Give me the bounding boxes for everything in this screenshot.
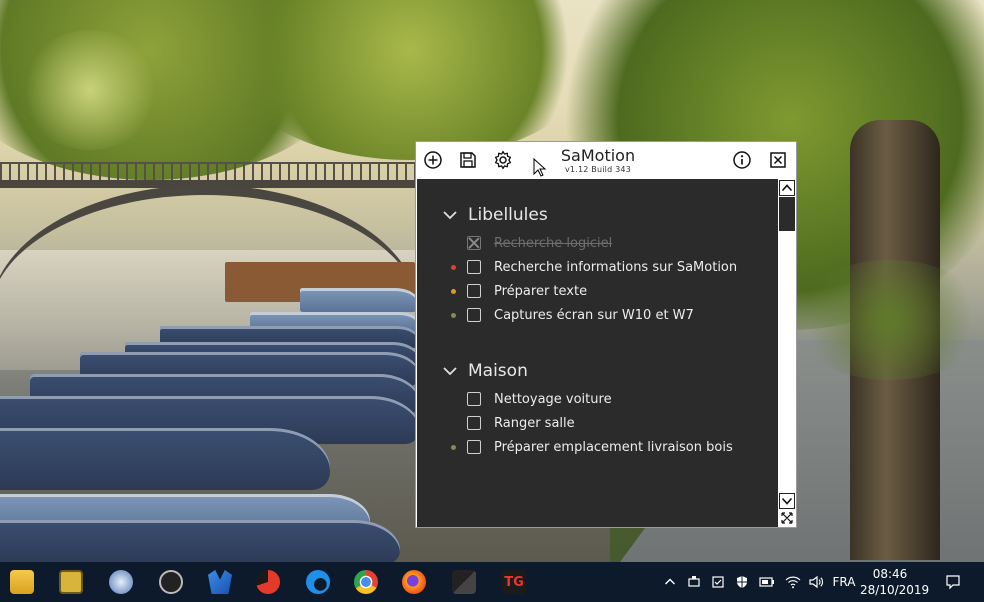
shield-icon[interactable]	[732, 562, 752, 602]
clock[interactable]: 08:46 28/10/2019	[860, 566, 930, 598]
group-header-maison[interactable]: Maison	[442, 360, 528, 382]
scroll-thumb[interactable]	[779, 197, 795, 231]
close-box-icon[interactable]	[768, 150, 788, 170]
tg-app-icon[interactable]: TG	[494, 562, 534, 602]
task-item: Préparer texte	[451, 281, 587, 301]
clock-date: 28/10/2019	[860, 583, 930, 597]
task-checkbox[interactable]	[467, 260, 481, 274]
task-label[interactable]: Recherche informations sur SaMotion	[494, 260, 737, 275]
file-explorer-icon[interactable]	[2, 562, 42, 602]
battery-icon[interactable]	[756, 562, 778, 602]
task-checkbox[interactable]	[467, 308, 481, 322]
speedometer-app-icon[interactable]	[151, 562, 191, 602]
task-item: Recherche logiciel	[467, 233, 612, 253]
chevron-down-icon[interactable]	[442, 207, 458, 223]
task-label[interactable]: Ranger salle	[494, 416, 575, 431]
sticky-app-icon[interactable]	[51, 562, 91, 602]
samotion-window: SaMotion v1.12 Build 343 Libellules Rech…	[415, 141, 797, 528]
task-label[interactable]: Préparer emplacement livraison bois	[494, 440, 733, 455]
chevron-down-icon[interactable]	[442, 363, 458, 379]
priority-dot	[451, 445, 456, 450]
network-app-icon[interactable]	[101, 562, 141, 602]
floppy-disk-icon[interactable]	[458, 150, 478, 170]
task-item: Ranger salle	[467, 413, 575, 433]
task-label[interactable]: Captures écran sur W10 et W7	[494, 308, 694, 323]
onedrive-check-icon[interactable]	[708, 562, 728, 602]
scroll-down-button[interactable]	[779, 493, 795, 509]
notification-center-icon[interactable]	[940, 562, 966, 602]
task-label[interactable]: Nettoyage voiture	[494, 392, 612, 407]
scroll-track[interactable]	[778, 197, 796, 495]
group-name: Libellules	[468, 205, 548, 225]
task-item: Nettoyage voiture	[467, 389, 612, 409]
priority-dot	[451, 313, 456, 318]
chevron-down-icon	[781, 497, 793, 505]
task-item: Captures écran sur W10 et W7	[451, 305, 694, 325]
task-checkbox[interactable]	[467, 236, 481, 250]
app-title: SaMotion	[560, 146, 636, 165]
wifi-icon[interactable]	[782, 562, 804, 602]
input-language-indicator[interactable]: FRA	[829, 562, 859, 602]
mouse-pointer-icon	[533, 158, 547, 177]
plus-circle-icon[interactable]	[423, 150, 443, 170]
app-build-version: v1.12 Build 343	[565, 165, 631, 174]
task-checkbox[interactable]	[467, 440, 481, 454]
priority-dot	[451, 289, 456, 294]
info-circle-icon[interactable]	[732, 150, 752, 170]
task-label[interactable]: Recherche logiciel	[494, 236, 612, 251]
resize-handle[interactable]	[779, 510, 795, 526]
edge-icon[interactable]	[298, 562, 338, 602]
task-item: Préparer emplacement livraison bois	[451, 437, 733, 457]
firefox-icon[interactable]	[394, 562, 434, 602]
scroll-up-button[interactable]	[779, 180, 795, 196]
group-header-libellules[interactable]: Libellules	[442, 204, 548, 226]
terminal-app-icon[interactable]	[444, 562, 484, 602]
vertical-scrollbar[interactable]	[778, 179, 796, 527]
ccleaner-icon[interactable]	[248, 562, 288, 602]
task-checkbox[interactable]	[467, 416, 481, 430]
task-label[interactable]: Préparer texte	[494, 284, 587, 299]
chrome-icon[interactable]	[346, 562, 386, 602]
taskbar: TG FRA 08:46 28/10/2019	[0, 562, 984, 602]
title-bar[interactable]: SaMotion v1.12 Build 343	[416, 142, 796, 179]
task-item: Recherche informations sur SaMotion	[451, 257, 737, 277]
chevron-up-icon	[665, 578, 675, 585]
chevron-up-icon	[781, 184, 793, 192]
show-hidden-icons-button[interactable]	[660, 562, 680, 602]
clock-time: 08:46	[872, 567, 908, 581]
task-checkbox[interactable]	[467, 284, 481, 298]
gear-icon[interactable]	[493, 150, 513, 170]
malwarebytes-icon[interactable]	[200, 562, 240, 602]
volume-icon[interactable]	[806, 562, 826, 602]
resize-expand-icon	[781, 512, 793, 524]
task-checkbox[interactable]	[467, 392, 481, 406]
task-list-panel[interactable]: Libellules Recherche logiciel Recherche …	[417, 179, 778, 527]
usb-device-icon[interactable]	[684, 562, 704, 602]
group-name: Maison	[468, 361, 528, 381]
priority-dot	[451, 265, 456, 270]
